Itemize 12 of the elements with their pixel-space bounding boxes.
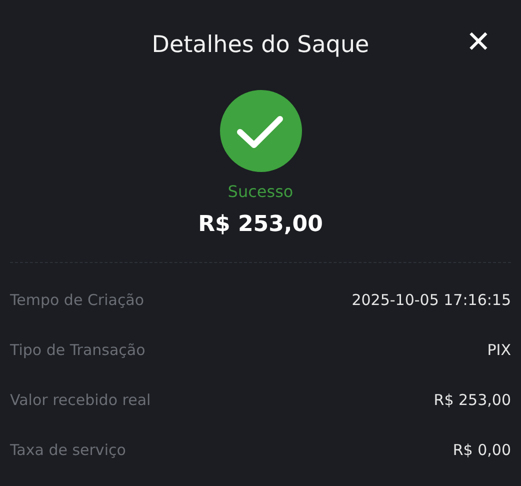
detail-value: 2025-10-05 17:16:15 — [352, 290, 511, 311]
status-label: Sucesso — [228, 184, 294, 200]
dialog-title: Detalhes do Saque — [152, 34, 370, 56]
detail-value: R$ 253,00 — [434, 390, 511, 411]
detail-label: Tempo de Criação — [10, 290, 144, 311]
detail-label: Taxa de serviço — [10, 440, 126, 461]
detail-label: Tipo de Transação — [10, 340, 146, 361]
detail-value: PIX — [487, 340, 511, 361]
close-button[interactable]: ✕ — [466, 28, 491, 58]
amount-text: R$ 253,00 — [198, 214, 323, 236]
detail-label: Valor recebido real — [10, 390, 151, 411]
detail-value: R$ 0,00 — [452, 440, 511, 461]
